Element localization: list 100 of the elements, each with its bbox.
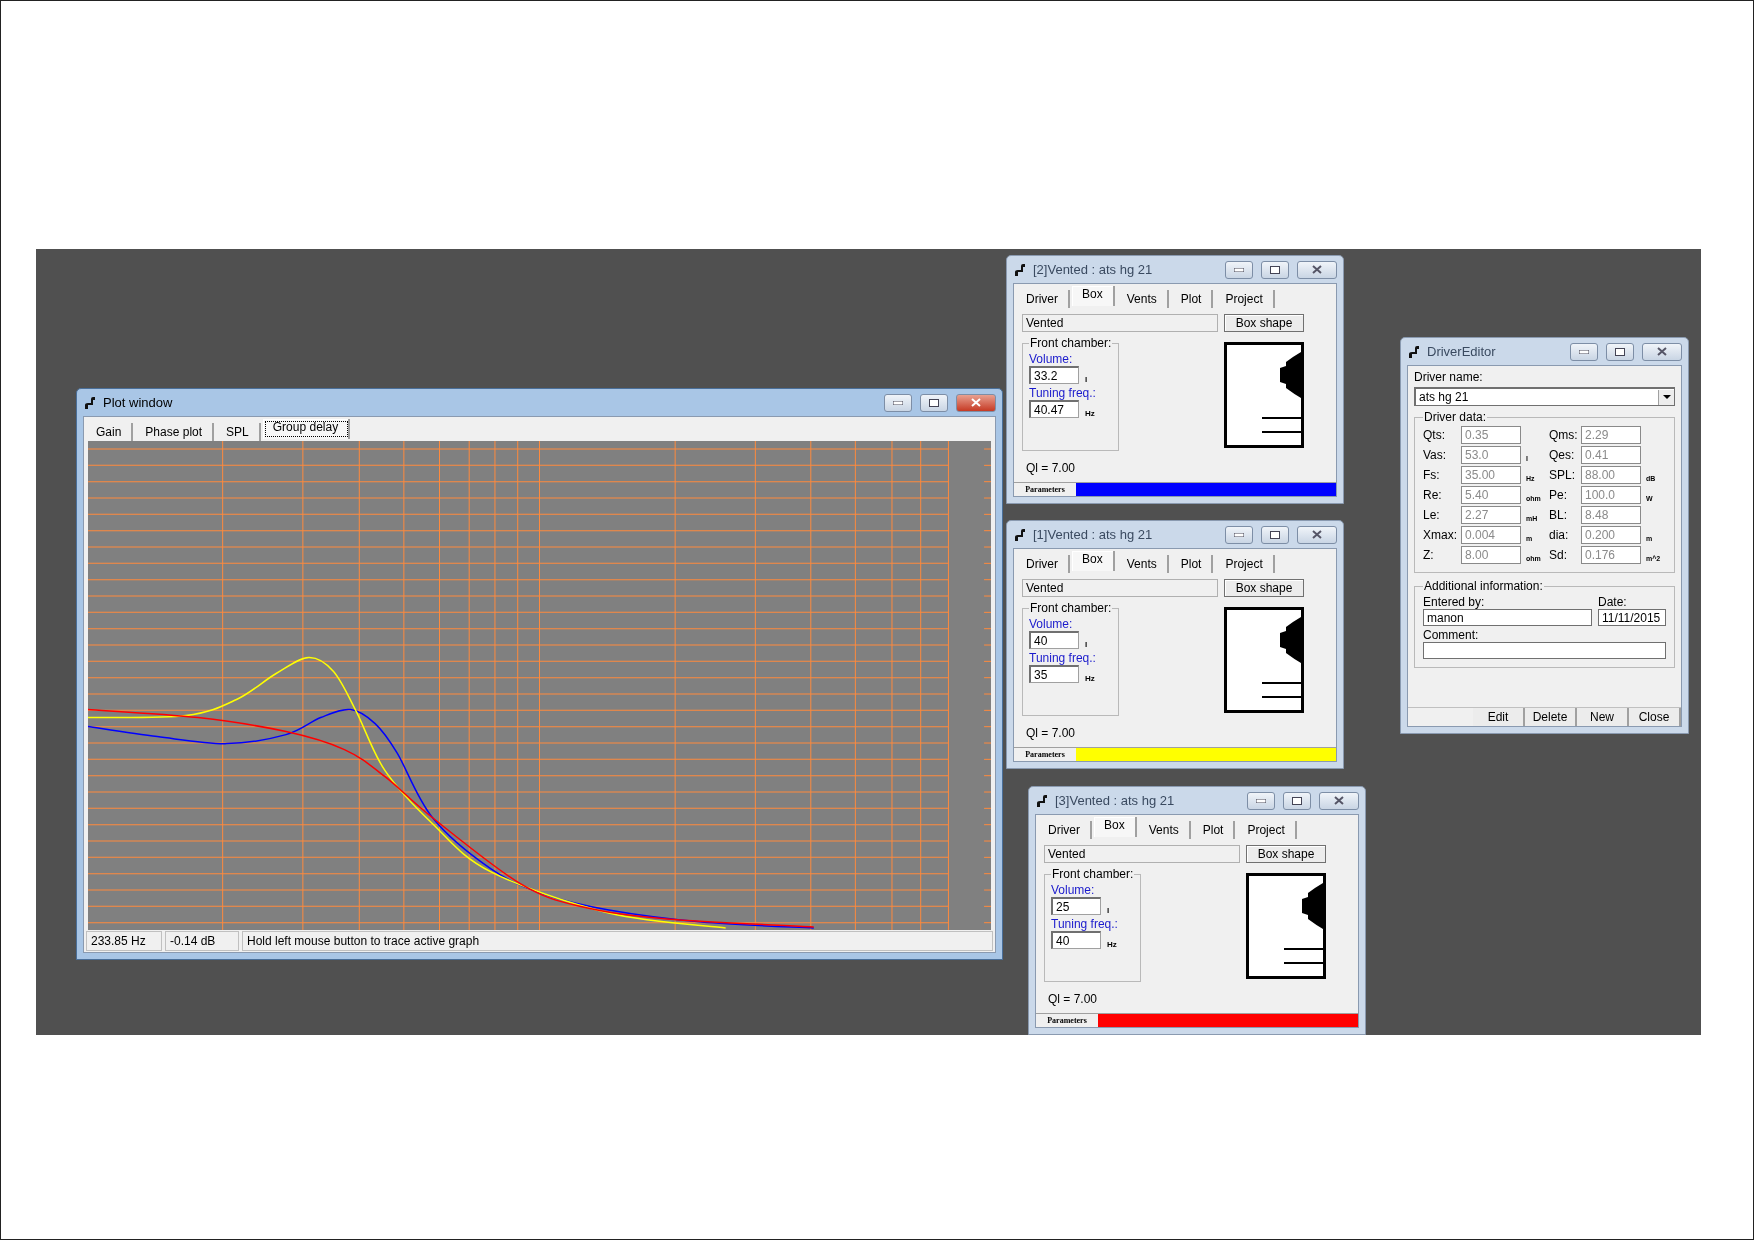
- minimize-icon: [1234, 267, 1244, 272]
- comment-label: Comment:: [1423, 628, 1479, 642]
- tab[interactable]: Plot: [1170, 290, 1214, 308]
- parameter-label: Z:: [1423, 548, 1435, 562]
- comment-field[interactable]: [1423, 642, 1666, 659]
- maximize-button[interactable]: [1261, 260, 1289, 279]
- minimize-button[interactable]: [1225, 260, 1253, 279]
- close-icon: [1312, 265, 1322, 274]
- window-title: DriverEditor: [1427, 344, 1497, 359]
- unit-label: Hz: [1085, 674, 1095, 683]
- unit-label: l: [1107, 906, 1110, 915]
- tab[interactable]: Box: [1072, 286, 1115, 306]
- close-icon: [1312, 530, 1322, 539]
- group-label: Front chamber:: [1029, 336, 1113, 350]
- tab[interactable]: Driver: [1038, 821, 1092, 839]
- restore-icon: [929, 398, 939, 407]
- unit-label: Hz: [1107, 940, 1117, 949]
- tab[interactable]: Driver: [1016, 290, 1070, 308]
- volume-field[interactable]: 40: [1029, 631, 1079, 649]
- tab[interactable]: Vents: [1116, 290, 1169, 308]
- close-button[interactable]: [956, 393, 996, 412]
- maximize-button[interactable]: [1606, 342, 1634, 361]
- action-button[interactable]: Delete: [1525, 708, 1577, 726]
- parameter-label: Qts:: [1423, 428, 1446, 442]
- tab[interactable]: Project: [1215, 555, 1275, 573]
- tuning-field[interactable]: 35: [1029, 665, 1079, 683]
- entered-by-field[interactable]: manon: [1423, 609, 1592, 626]
- maximize-button[interactable]: [1283, 791, 1311, 810]
- minimize-icon: [1579, 349, 1589, 354]
- close-icon: [1657, 347, 1667, 356]
- parameter-label: dia:: [1549, 528, 1570, 542]
- window-title: [3]Vented : ats hg 21: [1055, 793, 1176, 808]
- close-icon: [1334, 796, 1344, 805]
- box-shape-button[interactable]: Box shape: [1224, 314, 1304, 332]
- tab[interactable]: Project: [1215, 290, 1275, 308]
- restore-icon: [1292, 796, 1302, 805]
- minimize-icon: [1234, 532, 1244, 537]
- box-type-field[interactable]: Vented: [1022, 579, 1218, 597]
- ql-value: Ql = 7.00: [1026, 461, 1076, 475]
- driver-name-dropdown[interactable]: ats hg 21: [1414, 387, 1675, 406]
- date-label: Date:: [1598, 595, 1628, 609]
- tab[interactable]: Box: [1094, 817, 1137, 837]
- unit-label: l: [1085, 375, 1088, 384]
- maximize-button[interactable]: [1261, 525, 1289, 544]
- action-button[interactable]: New: [1577, 708, 1629, 726]
- minimize-icon: [893, 400, 903, 405]
- tuning-label: Tuning freq.:: [1051, 917, 1119, 931]
- box-type-field[interactable]: Vented: [1022, 314, 1218, 332]
- restore-icon: [1270, 265, 1280, 274]
- close-button[interactable]: [1297, 525, 1337, 544]
- close-button[interactable]: [1642, 342, 1682, 361]
- box-shape-button[interactable]: Box shape: [1246, 845, 1326, 863]
- parameter-label: Pe:: [1549, 488, 1568, 502]
- minimize-icon: [1256, 798, 1266, 803]
- status-text: Hold left mouse button to trace active graph: [242, 931, 993, 951]
- minimize-button[interactable]: [1225, 525, 1253, 544]
- caret-icon: [1662, 395, 1671, 399]
- unit-label: l: [1085, 640, 1088, 649]
- parameter-label: Xmax:: [1423, 528, 1458, 542]
- parameter-label: SPL:: [1549, 468, 1576, 482]
- volume-field[interactable]: 25: [1051, 897, 1101, 915]
- group-label: Front chamber:: [1029, 601, 1113, 615]
- tab[interactable]: Plot: [1170, 555, 1214, 573]
- window-title: Plot window: [103, 395, 174, 410]
- box-type-field[interactable]: Vented: [1044, 845, 1240, 863]
- tab[interactable]: Vents: [1138, 821, 1191, 839]
- wrench-icon: [1013, 527, 1027, 542]
- window-title: [1]Vented : ats hg 21: [1033, 527, 1154, 542]
- action-button[interactable]: Close: [1629, 708, 1681, 726]
- close-button[interactable]: [1319, 791, 1359, 810]
- wrench-icon: [1013, 262, 1027, 277]
- tuning-field[interactable]: 40.47: [1029, 400, 1079, 418]
- action-button[interactable]: Edit: [1473, 708, 1525, 726]
- volume-field[interactable]: 33.2: [1029, 366, 1079, 384]
- tab[interactable]: Group delay: [262, 419, 351, 439]
- parameter-label: Fs:: [1423, 468, 1441, 482]
- box-shape-button[interactable]: Box shape: [1224, 579, 1304, 597]
- tab[interactable]: Project: [1237, 821, 1297, 839]
- tuning-field[interactable]: 40: [1051, 931, 1101, 949]
- tab[interactable]: Vents: [1116, 555, 1169, 573]
- close-button[interactable]: [1297, 260, 1337, 279]
- tuning-label: Tuning freq.:: [1029, 386, 1097, 400]
- date-field[interactable]: 11/11/2015: [1598, 609, 1666, 626]
- tab[interactable]: Box: [1072, 551, 1115, 571]
- parameter-label: Re:: [1423, 488, 1443, 502]
- wrench-icon: [83, 395, 97, 410]
- maximize-button[interactable]: [920, 393, 948, 412]
- parameter-label: BL:: [1549, 508, 1568, 522]
- tab[interactable]: Driver: [1016, 555, 1070, 573]
- group-label: Driver data:: [1423, 410, 1488, 424]
- minimize-button[interactable]: [1247, 791, 1275, 810]
- parameter-label: Sd:: [1549, 548, 1568, 562]
- parameter-label: Le:: [1423, 508, 1441, 522]
- minimize-button[interactable]: [884, 393, 912, 412]
- minimize-button[interactable]: [1570, 342, 1598, 361]
- volume-label: Volume:: [1051, 883, 1096, 897]
- ql-value: Ql = 7.00: [1048, 992, 1098, 1006]
- group-label: Additional information:: [1423, 579, 1544, 593]
- volume-label: Volume:: [1029, 617, 1074, 631]
- tab[interactable]: Plot: [1192, 821, 1236, 839]
